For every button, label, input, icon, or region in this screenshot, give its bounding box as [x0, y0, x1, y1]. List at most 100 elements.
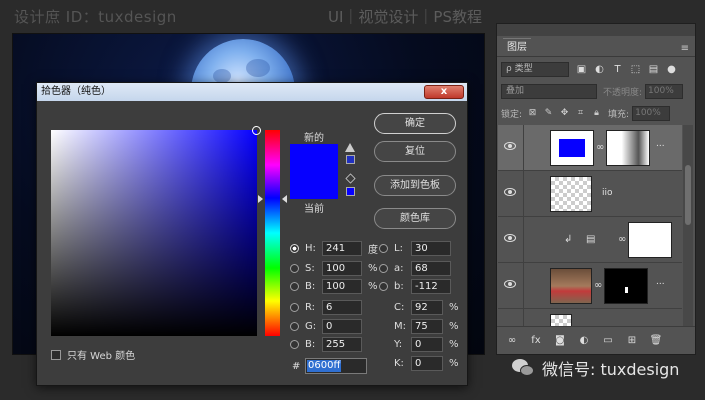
mask-thumbnail[interactable] — [604, 268, 648, 304]
color-picker-dialog: 拾色器（纯色） x 新的 当前 确定 复位 添加到色板 颜色库 H: 241 度… — [36, 82, 468, 386]
watermark-id-text: 设计庶 ID：tuxdesign — [14, 8, 177, 26]
input-lab-b[interactable]: -112 — [411, 278, 451, 294]
web-only-option[interactable]: 只有 Web 颜色 — [51, 347, 135, 362]
unit-y: % — [449, 338, 459, 350]
hue-slider-handle-left[interactable] — [258, 195, 263, 203]
folder-icon[interactable]: ▭ — [601, 334, 615, 348]
opacity-label: 不透明度: — [603, 87, 643, 98]
add-mask-icon[interactable]: ◙ — [553, 334, 567, 348]
label-m: M: — [394, 320, 406, 332]
input-s[interactable]: 100 — [322, 260, 362, 276]
ok-button[interactable]: 确定 — [374, 113, 456, 134]
tab-layers[interactable]: 图层 — [503, 38, 531, 56]
web-safe-swatch[interactable] — [346, 187, 355, 196]
eye-icon[interactable] — [504, 234, 516, 242]
web-safe-cube-icon[interactable] — [345, 173, 356, 184]
hue-slider-handle-right[interactable] — [282, 195, 287, 203]
panel-header-strip[interactable] — [497, 24, 695, 36]
mask-thumbnail[interactable] — [606, 130, 650, 166]
input-c[interactable]: 92 — [411, 299, 443, 315]
input-g[interactable]: 0 — [322, 318, 362, 334]
trash-icon[interactable]: 🗑︎ — [649, 334, 663, 348]
color-field[interactable] — [51, 126, 261, 336]
blend-mode-select[interactable]: 叠加 — [501, 83, 597, 99]
field-r: R: 6 — [290, 299, 362, 315]
layer-name: ... — [656, 139, 665, 149]
radio-h[interactable] — [290, 243, 299, 253]
input-m[interactable]: 75 — [411, 318, 443, 334]
layers-scrollbar[interactable] — [683, 125, 693, 354]
radio-s[interactable] — [290, 263, 299, 273]
input-h[interactable]: 241 — [322, 240, 362, 256]
fill-input[interactable]: 100% — [632, 105, 671, 121]
shape-filter-icon[interactable]: ⬚ — [630, 64, 641, 75]
type-filter-icon[interactable]: T — [612, 64, 623, 75]
label-s: S: — [305, 262, 315, 274]
wechat-watermark: 微信号: tuxdesign — [512, 356, 679, 380]
opacity-input[interactable]: 100% — [645, 83, 684, 99]
filter-kind-select[interactable]: ρ 类型 — [501, 61, 569, 77]
lock-position-icon[interactable]: ✥ — [559, 108, 570, 119]
new-layer-icon[interactable]: ⊞ — [625, 334, 639, 348]
link-icon[interactable]: ∞ — [596, 142, 604, 153]
field-c: C: 92 % — [394, 299, 459, 315]
field-h: H: 241 度 — [290, 240, 378, 256]
radio-lab-b[interactable] — [379, 281, 388, 291]
lock-all-icon[interactable]: 🔒︎ — [591, 108, 602, 119]
reset-button[interactable]: 复位 — [374, 141, 456, 162]
hue-slider[interactable] — [265, 130, 280, 336]
mask-thumbnail[interactable] — [628, 222, 672, 258]
input-y[interactable]: 0 — [411, 336, 443, 352]
current-color-swatch[interactable] — [290, 172, 338, 199]
lock-pixels-icon[interactable]: ✎ — [543, 108, 554, 119]
link-icon[interactable]: ∞ — [594, 280, 602, 291]
gamut-correction-swatch[interactable] — [346, 155, 355, 164]
gamut-warning-icon[interactable] — [345, 143, 355, 152]
link-layers-icon[interactable]: ∞ — [505, 334, 519, 348]
dialog-title-bar[interactable]: 拾色器（纯色） x — [37, 83, 467, 101]
input-k[interactable]: 0 — [411, 355, 443, 371]
pixel-filter-icon[interactable]: ▣ — [576, 64, 587, 75]
current-color-label: 当前 — [304, 204, 324, 215]
field-b: B: 100 % — [290, 278, 378, 294]
radio-blue[interactable] — [290, 339, 299, 349]
adjustment-filter-icon[interactable]: ◐ — [594, 64, 605, 75]
layer-row[interactable]: iio — [498, 171, 682, 217]
input-r[interactable]: 6 — [322, 299, 362, 315]
radio-a[interactable] — [379, 263, 388, 273]
label-l: L: — [394, 242, 403, 254]
radio-g[interactable] — [290, 321, 299, 331]
layers-panel: 图层 ≡ ρ 类型 ▣ ◐ T ⬚ ▤ ● 叠加 不透明度: 100% 锁定: … — [496, 23, 696, 355]
eye-icon[interactable] — [504, 142, 516, 150]
layer-row[interactable]: ∞ ... — [498, 263, 682, 309]
input-b[interactable]: 100 — [322, 278, 362, 294]
add-to-swatches-button[interactable]: 添加到色板 — [374, 175, 456, 196]
fx-icon[interactable]: fx — [529, 334, 543, 348]
layer-row[interactable]: ∞ ... — [498, 125, 682, 171]
smart-object-filter-icon[interactable]: ▤ — [648, 64, 659, 75]
radio-r[interactable] — [290, 302, 299, 312]
radio-l[interactable] — [379, 243, 388, 253]
radio-b[interactable] — [290, 281, 299, 291]
hex-input[interactable]: 0600ff — [305, 358, 367, 374]
scrollbar-thumb[interactable] — [685, 165, 691, 225]
input-blue[interactable]: 255 — [322, 336, 362, 352]
field-s: S: 100 % — [290, 260, 378, 276]
lock-artboard-icon[interactable]: ⌗ — [575, 108, 586, 119]
color-field-marker[interactable] — [252, 126, 261, 135]
eye-icon[interactable] — [504, 188, 516, 196]
color-libraries-button[interactable]: 颜色库 — [374, 208, 456, 229]
layer-thumbnail — [550, 130, 594, 166]
close-button[interactable]: x — [424, 85, 464, 99]
panel-menu-icon[interactable]: ≡ — [681, 43, 689, 54]
adjustment-icon[interactable]: ◐ — [577, 334, 591, 348]
input-l[interactable]: 30 — [411, 240, 451, 256]
filter-toggle-icon[interactable]: ● — [666, 64, 677, 75]
eye-icon[interactable] — [504, 280, 516, 288]
layer-row[interactable]: ↲ ▤ ∞ — [498, 217, 682, 263]
web-only-checkbox[interactable] — [51, 349, 61, 360]
input-a[interactable]: 68 — [411, 260, 451, 276]
lock-transparent-icon[interactable]: ⊠ — [527, 108, 538, 119]
clip-icon: ↲ — [564, 234, 573, 245]
link-icon[interactable]: ∞ — [618, 234, 626, 245]
